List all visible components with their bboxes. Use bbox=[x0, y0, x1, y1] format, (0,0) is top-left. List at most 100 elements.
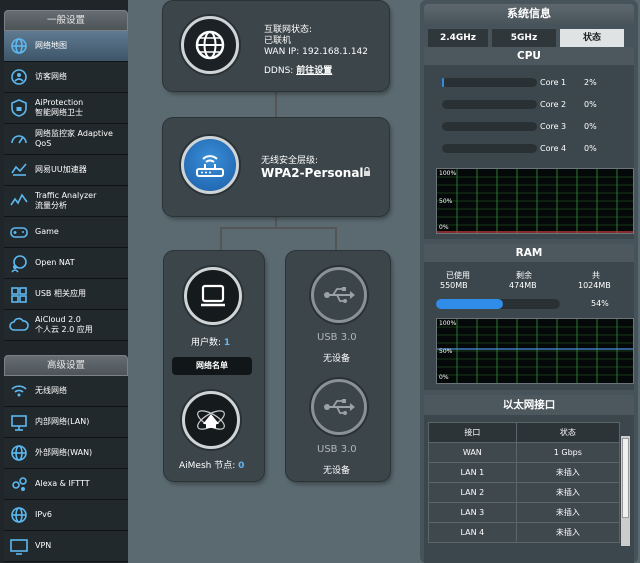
ram-used-value: 550MB bbox=[440, 281, 468, 290]
sidebar-item-advanced-3[interactable]: Alexa & IFTTT bbox=[4, 469, 128, 500]
tab-status[interactable]: 状态 bbox=[560, 29, 624, 47]
ram-usage-fill bbox=[436, 299, 503, 309]
sidebar-item-advanced-5[interactable]: VPN bbox=[4, 531, 128, 562]
sidebar-item-general-5[interactable]: Traffic Analyzer 流量分析 bbox=[4, 186, 128, 217]
sidebar-item-general-2[interactable]: AiProtection 智能网络卫士 bbox=[4, 93, 128, 124]
sidebar-item-advanced-1[interactable]: 内部网络(LAN) bbox=[4, 407, 128, 438]
wan-ip-value: 192.168.1.142 bbox=[302, 47, 368, 57]
connector-line bbox=[220, 227, 222, 251]
eth-port-cell: LAN 3 bbox=[428, 502, 517, 523]
sidebar-item-general-0[interactable]: 网络地图 bbox=[4, 31, 128, 62]
cpu-core-bar bbox=[442, 78, 537, 87]
sidebar-item-advanced-0[interactable]: 无线网络 bbox=[4, 376, 128, 407]
tab-2-4ghz[interactable]: 2.4GHz bbox=[428, 29, 488, 47]
ram-total-label: 共 bbox=[592, 271, 600, 280]
eth-port-cell: WAN bbox=[428, 442, 517, 463]
sidebar-item-label-line1: 内部网络(LAN) bbox=[35, 417, 90, 426]
eth-header-status: 状态 bbox=[515, 422, 621, 443]
traffic-icon bbox=[8, 190, 30, 212]
vpn-monitor-icon bbox=[8, 535, 30, 557]
cpu-core-row: Core 4 0% bbox=[442, 144, 632, 154]
ram-total-value: 1024MB bbox=[578, 281, 611, 290]
eth-status-cell: 1 Gbps bbox=[515, 442, 621, 463]
cpu-core-percent: 0% bbox=[584, 100, 597, 109]
internet-status-value: 已联机 bbox=[264, 36, 292, 46]
sidebar-item-general-6[interactable]: Game bbox=[4, 217, 128, 248]
globe-person-icon bbox=[8, 252, 30, 274]
sidebar-item-advanced-2[interactable]: 外部网络(WAN) bbox=[4, 438, 128, 469]
sidebar-item-general-3[interactable]: 网络监控家 Adaptive QoS bbox=[4, 124, 128, 155]
cpu-core-bar bbox=[442, 122, 537, 131]
ram-usage-bar bbox=[436, 299, 560, 309]
clients-button[interactable] bbox=[184, 267, 242, 325]
eth-table-row: WAN 1 Gbps bbox=[428, 442, 621, 463]
eth-table-row: LAN 2 未插入 bbox=[428, 482, 621, 503]
sidebar-item-general-4[interactable]: 网易UU加速器 bbox=[4, 155, 128, 186]
wifi-icon bbox=[8, 380, 30, 402]
ram-tick-50: 50% bbox=[439, 348, 453, 355]
ethernet-scrollbar[interactable] bbox=[621, 436, 630, 546]
sidebar-item-label: VPN bbox=[35, 541, 51, 551]
ddns-label: DDNS: bbox=[264, 66, 294, 76]
usb-icon bbox=[324, 399, 355, 415]
eth-table-row: LAN 4 未插入 bbox=[428, 522, 621, 543]
usb-2-status: 无设备 bbox=[323, 466, 351, 476]
shield-lock-icon bbox=[8, 97, 30, 119]
eth-status-cell: 未插入 bbox=[515, 462, 621, 483]
usb-puzzle-icon bbox=[8, 283, 30, 305]
system-info-panel: 系统信息 2.4GHz 5GHz 状态 CPU Core 1 2% Core 2 0%… bbox=[420, 0, 638, 563]
ethernet-title: 以太网接口 bbox=[424, 395, 634, 415]
cpu-graph: 100% 50% 0% bbox=[436, 168, 634, 234]
sidebar-item-general-9[interactable]: AiCloud 2.0 个人云 2.0 应用 bbox=[4, 310, 128, 341]
usb-1-status: 无设备 bbox=[323, 354, 351, 364]
sidebar-item-label-line1: 外部网络(WAN) bbox=[35, 448, 93, 457]
sidebar-item-general-7[interactable]: Open NAT bbox=[4, 248, 128, 279]
gauge-icon bbox=[8, 128, 30, 150]
ddns-settings-link[interactable]: 前往设置 bbox=[296, 66, 332, 76]
tab-5ghz[interactable]: 5GHz bbox=[492, 29, 556, 47]
router-icon bbox=[196, 155, 224, 177]
wan-globe-icon bbox=[8, 442, 30, 464]
eth-port-cell: LAN 1 bbox=[428, 462, 517, 483]
internet-globe-button[interactable] bbox=[181, 16, 239, 74]
sidebar-item-label: IPv6 bbox=[35, 510, 52, 520]
aimesh-button[interactable] bbox=[182, 391, 240, 449]
ram-title: RAM bbox=[424, 244, 634, 262]
sidebar-item-label: AiCloud 2.0 个人云 2.0 应用 bbox=[35, 315, 93, 335]
usb-port-2-button[interactable] bbox=[311, 379, 367, 435]
aimesh-count: 0 bbox=[238, 461, 245, 471]
sidebar-item-label-line1: 网络地图 bbox=[35, 41, 67, 50]
gamepad-icon bbox=[8, 221, 30, 243]
lock-icon bbox=[364, 167, 370, 176]
sidebar-item-advanced-4[interactable]: IPv6 bbox=[4, 500, 128, 531]
ram-section: RAM 已使用 550MB 剩余 474MB 共 1024MB 54% 100%… bbox=[424, 244, 634, 390]
sidebar: 一般设置 网络地图 访客网络 AiProtection 智能网络卫士 网络监控家 Ada… bbox=[0, 0, 128, 563]
sidebar-item-label: AiProtection 智能网络卫士 bbox=[35, 98, 83, 118]
sidebar-item-general-8[interactable]: USB 相关应用 bbox=[4, 279, 128, 310]
aimesh-row: AiMesh 节点: 0 bbox=[179, 458, 244, 471]
security-level-label: 无线安全层级: bbox=[261, 156, 319, 166]
sidebar-item-label-line2: 流量分析 bbox=[35, 201, 67, 210]
sidebar-item-label: 网易UU加速器 bbox=[35, 165, 87, 175]
sidebar-item-label-line2: 智能网络卫士 bbox=[35, 108, 83, 117]
ram-graph-svg bbox=[437, 319, 633, 383]
cpu-core-row: Core 2 0% bbox=[442, 100, 632, 110]
client-list-button[interactable]: 网络名单 bbox=[172, 357, 252, 375]
usb-port-1-button[interactable] bbox=[311, 267, 367, 323]
router-button[interactable] bbox=[181, 136, 239, 194]
usb-2-title: USB 3.0 bbox=[317, 444, 357, 455]
eth-port-cell: LAN 2 bbox=[428, 482, 517, 503]
ram-graph: 100% 50% 0% bbox=[436, 318, 634, 384]
client-count-value: 1 bbox=[223, 338, 231, 348]
cpu-core-row: Core 1 2% bbox=[442, 78, 632, 88]
sidebar-item-label-line1: AiCloud 2.0 bbox=[35, 315, 81, 324]
ethernet-table: 接口 状态 WAN 1 Gbps LAN 1 未插入 LAN 2 未插入 LAN 3 未插入 L… bbox=[428, 422, 621, 543]
cloud-icon bbox=[8, 314, 30, 336]
sidebar-item-label-line1: Traffic Analyzer bbox=[35, 191, 97, 200]
eth-status-cell: 未插入 bbox=[515, 482, 621, 503]
monitor-icon bbox=[201, 284, 225, 307]
sidebar-item-general-1[interactable]: 访客网络 bbox=[4, 62, 128, 93]
ethernet-scrollbar-thumb[interactable] bbox=[622, 438, 629, 518]
cpu-title: CPU bbox=[424, 47, 634, 65]
sidebar-item-label: 访客网络 bbox=[35, 72, 67, 82]
